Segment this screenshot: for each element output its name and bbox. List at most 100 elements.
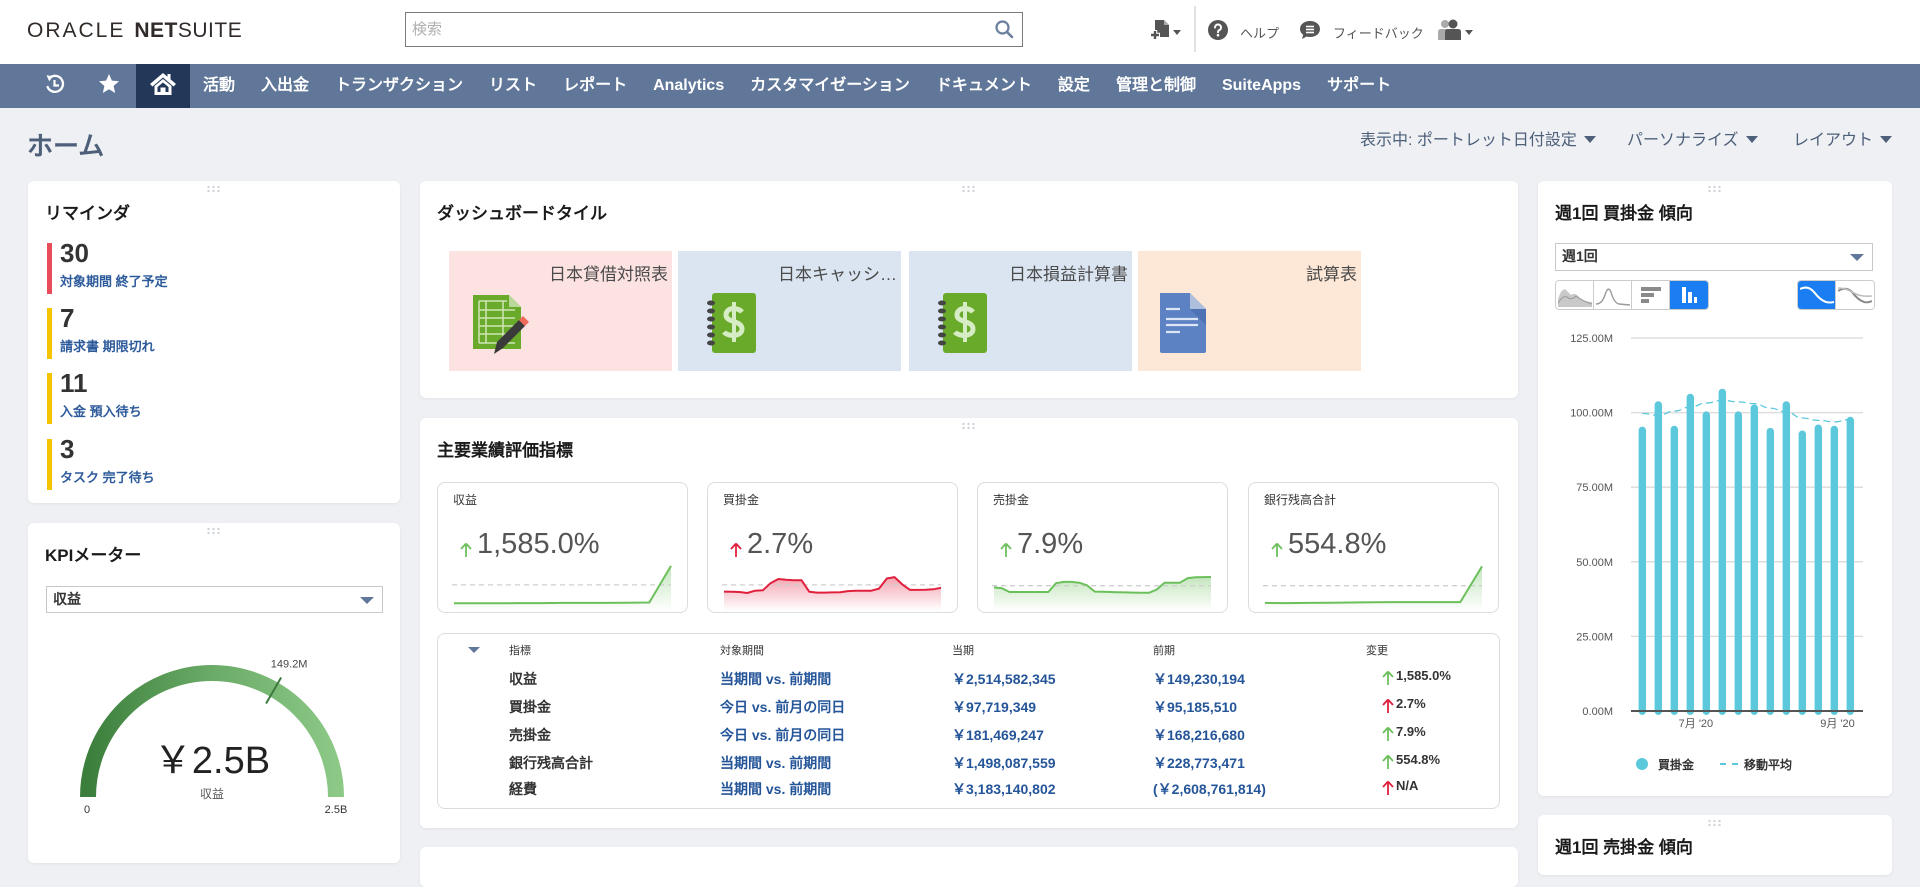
kpi-change: 7.9% <box>1000 528 1083 560</box>
nav-item-reports[interactable]: レポート <box>563 64 627 108</box>
reminder-status-bar <box>47 243 52 294</box>
prior-value-link[interactable]: ￥95,185,510 <box>1153 695 1237 719</box>
kpi-scorecard[interactable]: 買掛金 2.7% <box>707 482 958 613</box>
period-link[interactable]: 当期間 vs. 前期間 <box>720 777 831 801</box>
help-link[interactable]: ヘルプ <box>1208 19 1279 45</box>
nav-item-payments[interactable]: 入出金 <box>261 64 309 108</box>
global-search[interactable] <box>405 12 1023 47</box>
kpi-table-row: 売掛金 今日 vs. 前月の同日 ￥181,469,247 ￥168,216,6… <box>438 723 1499 747</box>
bar[interactable] <box>1734 411 1742 715</box>
nav-item-documents[interactable]: ドキュメント <box>936 64 1032 108</box>
reminder-label[interactable]: 対象期間 終了予定 <box>60 271 168 290</box>
portlet-title: 主要業績評価指標 <box>437 441 573 460</box>
bar[interactable] <box>1782 401 1790 715</box>
roles-menu-button[interactable] <box>1437 19 1473 43</box>
reminder-label[interactable]: タスク 完了待ち <box>60 467 155 486</box>
legend-moving-average-label[interactable]: 移動平均 <box>1744 756 1792 773</box>
current-value-link[interactable]: ￥97,719,349 <box>952 695 1036 719</box>
nav-item-activities[interactable]: 活動 <box>203 64 235 108</box>
drag-handle[interactable] <box>1707 819 1723 827</box>
search-icon[interactable] <box>994 19 1014 39</box>
layout-menu[interactable]: レイアウト <box>1793 126 1893 150</box>
nav-item-customization[interactable]: カスタマイゼーション <box>750 64 910 108</box>
nav-item-support[interactable]: サポート <box>1327 64 1391 108</box>
nav-item-suiteapps[interactable]: SuiteApps <box>1222 64 1301 108</box>
kpi-table-row: 銀行残高合計 当期間 vs. 前期間 ￥1,498,087,559 ￥228,7… <box>438 751 1499 775</box>
drag-handle[interactable] <box>961 185 977 193</box>
reminder-item[interactable]: 7 請求書 期限切れ <box>47 305 347 360</box>
bar[interactable] <box>1846 416 1854 715</box>
feedback-label: フィードバック <box>1333 25 1424 41</box>
prior-value-link[interactable]: ￥149,230,194 <box>1153 667 1245 691</box>
nav-item-administration[interactable]: 管理と制御 <box>1116 64 1196 108</box>
recent-records-button[interactable] <box>40 64 70 108</box>
y-tick-label: 75.00M <box>1576 482 1613 494</box>
dashboard-tile[interactable]: 日本貸借対照表 <box>449 251 672 371</box>
reminder-item[interactable]: 11 入金 預入待ち <box>47 370 347 425</box>
help-icon <box>1208 19 1228 45</box>
change-value: 554.8% <box>1396 752 1441 767</box>
y-tick-label: 25.00M <box>1576 631 1613 643</box>
create-new-record-button[interactable] <box>1149 19 1181 44</box>
bar[interactable] <box>1798 430 1806 715</box>
nav-item-setup[interactable]: 設定 <box>1058 64 1090 108</box>
prior-value-link[interactable]: (￥2,608,761,814) <box>1153 777 1266 801</box>
period-link[interactable]: 当期間 vs. 前期間 <box>720 667 831 691</box>
prior-value-link[interactable]: ￥228,773,471 <box>1153 751 1245 775</box>
oracle-netsuite-logo[interactable]: ORACLE NET SUITE <box>27 19 242 43</box>
bar[interactable] <box>1750 404 1758 715</box>
personalize-label: パーソナライズ <box>1627 132 1739 149</box>
prior-value-link[interactable]: ￥168,216,680 <box>1153 723 1245 747</box>
tile-label: 日本キャッシ… <box>778 265 897 284</box>
trend-up-arrow-icon <box>1382 726 1394 742</box>
bar[interactable] <box>1686 393 1694 715</box>
tile-label: 日本貸借対照表 <box>549 265 668 284</box>
drag-handle[interactable] <box>206 185 222 193</box>
bar[interactable] <box>1702 411 1710 715</box>
drag-handle[interactable] <box>961 422 977 430</box>
period-link[interactable]: 今日 vs. 前月の同日 <box>720 723 845 747</box>
reminder-label[interactable]: 入金 預入待ち <box>60 401 142 420</box>
ap-trend-chart: 0.00M 25.00M 50.00M 75.00M 100.00M 125.00M 7月 … <box>1570 333 1863 730</box>
kpi-scorecard[interactable]: 銀行残高合計 554.8% <box>1248 482 1499 613</box>
reminder-label[interactable]: 請求書 期限切れ <box>60 336 155 355</box>
dashboard-tile[interactable]: 試算表 <box>1138 251 1361 371</box>
reminder-item[interactable]: 30 対象期間 終了予定 <box>47 240 347 295</box>
nav-item-analytics[interactable]: Analytics <box>653 64 724 108</box>
y-tick-label: 0.00M <box>1582 706 1613 718</box>
trend-up-arrow-icon <box>1382 754 1394 770</box>
kpi-scorecard[interactable]: 売掛金 7.9% <box>977 482 1228 613</box>
nav-home-button[interactable] <box>136 64 190 108</box>
search-input[interactable] <box>406 13 976 46</box>
current-value-link[interactable]: ￥181,469,247 <box>952 723 1044 747</box>
period-link[interactable]: 当期間 vs. 前期間 <box>720 751 831 775</box>
reminder-item[interactable]: 3 タスク 完了待ち <box>47 436 347 491</box>
trend-up-arrow-icon <box>1382 780 1394 796</box>
date-settings-menu[interactable]: 表示中: ポートレット日付設定 <box>1360 126 1596 150</box>
legend-ap-label[interactable]: 買掛金 <box>1658 756 1694 773</box>
feedback-link[interactable]: フィードバック <box>1299 20 1424 43</box>
bar[interactable] <box>1638 426 1646 715</box>
bar[interactable] <box>1670 425 1678 715</box>
bar[interactable] <box>1654 401 1662 715</box>
kpi-scorecard[interactable]: 収益 1,585.0% <box>437 482 688 613</box>
bar[interactable] <box>1814 424 1822 715</box>
personalize-menu[interactable]: パーソナライズ <box>1627 126 1758 150</box>
y-tick-label: 50.00M <box>1576 557 1613 569</box>
current-value-link[interactable]: ￥1,498,087,559 <box>952 751 1056 775</box>
kpi-gauge: 149.2M ￥2.5B 収益 0 2.5B <box>80 659 347 816</box>
trend-up-arrow-icon <box>1000 542 1012 558</box>
dashboard-tile[interactable]: 日本キャッシ… <box>678 251 901 371</box>
bar[interactable] <box>1718 388 1726 715</box>
nav-item-lists[interactable]: リスト <box>489 64 537 108</box>
nav-item-transactions[interactable]: トランザクション <box>335 64 463 108</box>
current-value-link[interactable]: ￥2,514,582,345 <box>952 667 1056 691</box>
bar[interactable] <box>1830 425 1838 715</box>
bar[interactable] <box>1766 427 1774 715</box>
change-value: 7.9% <box>1396 724 1426 739</box>
shortcuts-button[interactable] <box>94 64 124 108</box>
period-link[interactable]: 今日 vs. 前月の同日 <box>720 695 845 719</box>
current-value-link[interactable]: ￥3,183,140,802 <box>952 777 1056 801</box>
dashboard-tile[interactable]: 日本損益計算書 <box>909 251 1132 371</box>
collapse-caret-icon[interactable] <box>468 647 480 653</box>
